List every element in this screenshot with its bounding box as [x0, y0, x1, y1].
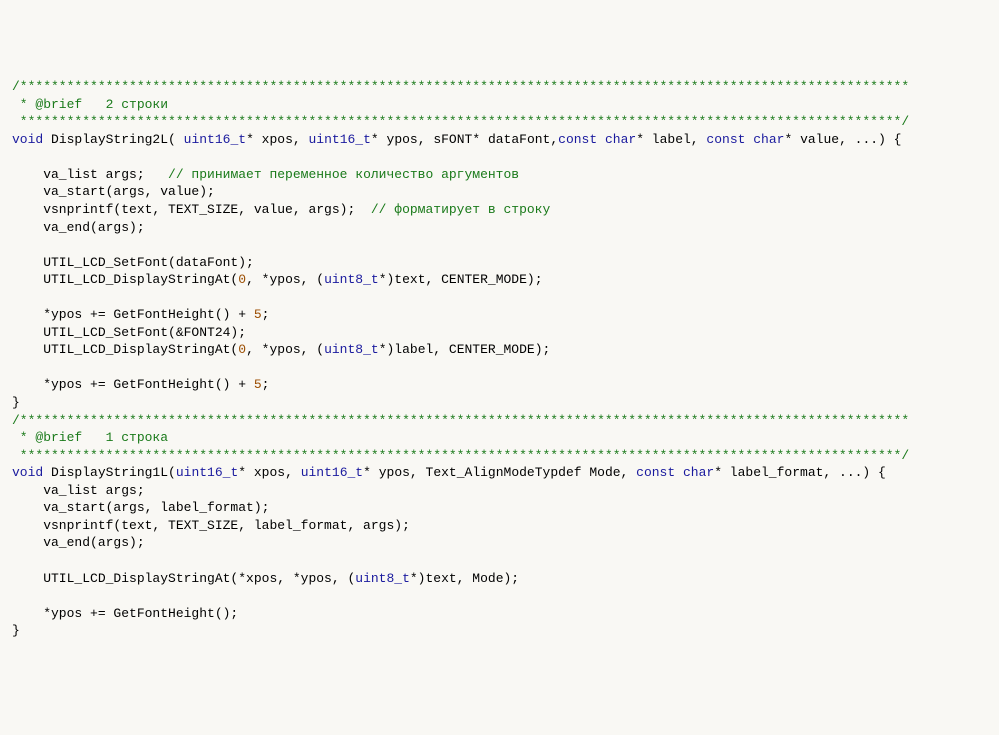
code-token: 5: [254, 377, 262, 392]
code-line: /***************************************…: [12, 78, 987, 96]
code-token: 0: [238, 342, 246, 357]
code-line: [12, 148, 987, 166]
code-token: uint8_t: [324, 342, 379, 357]
code-token: , *ypos, (: [246, 342, 324, 357]
code-token: 5: [254, 307, 262, 322]
code-token: va_end(args);: [12, 535, 145, 550]
code-line: void DisplayString1L(uint16_t* xpos, uin…: [12, 464, 987, 482]
code-line: UTIL_LCD_SetFont(dataFont);: [12, 254, 987, 272]
code-token: char: [753, 132, 784, 147]
code-line: [12, 587, 987, 605]
code-token: UTIL_LCD_DisplayStringAt(: [12, 272, 238, 287]
code-line: /***************************************…: [12, 412, 987, 430]
code-token: // форматирует в строку: [371, 202, 550, 217]
code-line: va_start(args, label_format);: [12, 499, 987, 517]
code-line: ****************************************…: [12, 447, 987, 465]
code-token: char: [605, 132, 636, 147]
code-token: vsnprintf(text, TEXT_SIZE, label_format,…: [12, 518, 410, 533]
code-token: * ypos, Text_AlignModeTypdef Mode,: [363, 465, 636, 480]
code-line: [12, 552, 987, 570]
code-token: void: [12, 132, 43, 147]
code-token: va_list args;: [12, 483, 145, 498]
code-token: va_start(args, value);: [12, 184, 215, 199]
code-token: uint16_t: [309, 132, 371, 147]
code-line: UTIL_LCD_DisplayStringAt(0, *ypos, (uint…: [12, 341, 987, 359]
code-token: uint16_t: [176, 465, 238, 480]
code-token: UTIL_LCD_DisplayStringAt(*xpos, *ypos, (: [12, 571, 355, 586]
code-token: *)label, CENTER_MODE);: [379, 342, 551, 357]
code-token: *)text, Mode);: [410, 571, 519, 586]
code-token: uint8_t: [324, 272, 379, 287]
code-line: *ypos += GetFontHeight() + 5;: [12, 376, 987, 394]
code-token: /***************************************…: [12, 79, 909, 94]
code-token: uint8_t: [355, 571, 410, 586]
code-token: va_start(args, label_format);: [12, 500, 269, 515]
code-line: [12, 289, 987, 307]
code-token: }: [12, 395, 20, 410]
code-token: * label_format, ...) {: [714, 465, 886, 480]
code-token: * xpos,: [246, 132, 308, 147]
code-token: uint16_t: [301, 465, 363, 480]
code-token: UTIL_LCD_SetFont(dataFont);: [12, 255, 254, 270]
code-token: * value, ...) {: [784, 132, 901, 147]
code-token: * ypos, sFONT* dataFont,: [371, 132, 558, 147]
code-token: *)text, CENTER_MODE);: [379, 272, 543, 287]
code-token: }: [12, 623, 20, 638]
code-token: 0: [238, 272, 246, 287]
code-line: * @brief 1 строка: [12, 429, 987, 447]
code-line: * @brief 2 строки: [12, 96, 987, 114]
code-line: UTIL_LCD_DisplayStringAt(*xpos, *ypos, (…: [12, 570, 987, 588]
code-line: va_list args;: [12, 482, 987, 500]
code-line: ****************************************…: [12, 113, 987, 131]
code-token: UTIL_LCD_SetFont(&FONT24);: [12, 325, 246, 340]
code-token: ;: [262, 307, 270, 322]
code-token: * label,: [636, 132, 706, 147]
code-token: UTIL_LCD_DisplayStringAt(: [12, 342, 238, 357]
code-token: *ypos += GetFontHeight();: [12, 606, 238, 621]
code-token: const: [706, 132, 745, 147]
code-line: vsnprintf(text, TEXT_SIZE, value, args);…: [12, 201, 987, 219]
code-line: [12, 359, 987, 377]
code-block: /***************************************…: [12, 78, 987, 640]
code-token: /***************************************…: [12, 413, 909, 428]
code-token: DisplayString1L(: [43, 465, 176, 480]
code-line: UTIL_LCD_DisplayStringAt(0, *ypos, (uint…: [12, 271, 987, 289]
code-token: va_end(args);: [12, 220, 145, 235]
code-line: void DisplayString2L( uint16_t* xpos, ui…: [12, 131, 987, 149]
code-token: * @brief 2 строки: [12, 97, 168, 112]
code-line: va_start(args, value);: [12, 183, 987, 201]
code-line: va_end(args);: [12, 534, 987, 552]
code-token: vsnprintf(text, TEXT_SIZE, value, args);: [12, 202, 371, 217]
code-token: [597, 132, 605, 147]
code-line: va_list args; // принимает переменное ко…: [12, 166, 987, 184]
code-token: void: [12, 465, 43, 480]
code-line: UTIL_LCD_SetFont(&FONT24);: [12, 324, 987, 342]
code-line: *ypos += GetFontHeight() + 5;: [12, 306, 987, 324]
code-token: , *ypos, (: [246, 272, 324, 287]
code-line: *ypos += GetFontHeight();: [12, 605, 987, 623]
code-token: ****************************************…: [12, 448, 909, 463]
code-token: DisplayString2L(: [43, 132, 183, 147]
code-token: va_list args;: [12, 167, 168, 182]
code-line: }: [12, 622, 987, 640]
code-line: vsnprintf(text, TEXT_SIZE, label_format,…: [12, 517, 987, 535]
code-token: [675, 465, 683, 480]
code-token: *ypos += GetFontHeight() +: [12, 377, 254, 392]
code-token: *ypos += GetFontHeight() +: [12, 307, 254, 322]
code-token: char: [683, 465, 714, 480]
code-token: * xpos,: [238, 465, 300, 480]
code-token: const: [636, 465, 675, 480]
code-token: const: [558, 132, 597, 147]
code-line: [12, 236, 987, 254]
code-token: uint16_t: [184, 132, 246, 147]
code-line: va_end(args);: [12, 219, 987, 237]
code-line: }: [12, 394, 987, 412]
code-token: ;: [262, 377, 270, 392]
code-token: // принимает переменное количество аргум…: [168, 167, 519, 182]
code-token: ****************************************…: [12, 114, 909, 129]
code-token: * @brief 1 строка: [12, 430, 168, 445]
